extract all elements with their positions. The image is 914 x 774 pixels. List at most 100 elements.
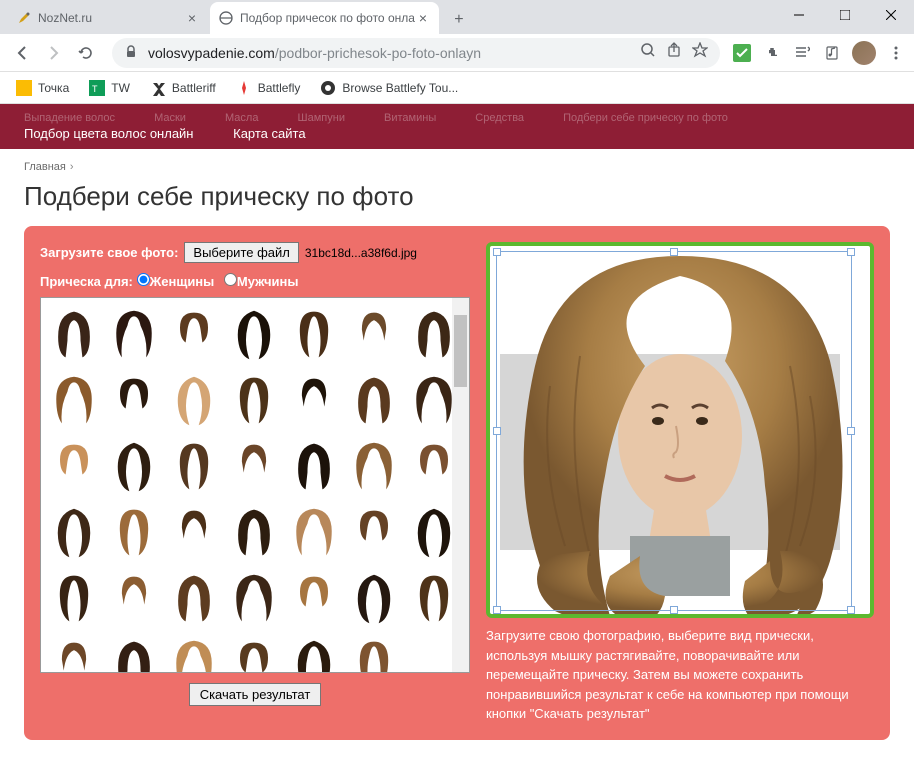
selection-handles[interactable] [496, 251, 852, 611]
hair-option[interactable] [47, 304, 101, 366]
close-icon[interactable]: × [415, 10, 431, 26]
hair-option[interactable] [107, 370, 161, 432]
hair-option[interactable] [287, 304, 341, 366]
hair-option[interactable] [167, 568, 221, 630]
hair-option[interactable] [287, 634, 341, 673]
chevron-right-icon: › [70, 161, 74, 173]
hair-option[interactable] [47, 568, 101, 630]
nav-link[interactable]: Подбор цвета волос онлайн [24, 126, 194, 141]
hair-option[interactable] [347, 370, 401, 432]
minimize-button[interactable] [776, 0, 822, 30]
share-icon[interactable] [666, 42, 682, 63]
bookmark-item[interactable]: Battlefly [228, 76, 309, 100]
hair-option[interactable] [47, 634, 101, 673]
handle-br[interactable] [847, 606, 855, 614]
hair-option[interactable] [167, 502, 221, 564]
nav-link[interactable]: Масла [225, 112, 258, 124]
nav-link[interactable]: Выпадение волос [24, 112, 115, 124]
hair-option[interactable] [107, 436, 161, 498]
close-window-button[interactable] [868, 0, 914, 30]
ext-check-icon[interactable] [732, 43, 752, 63]
bookmark-item[interactable]: Точка [8, 76, 77, 100]
menu-icon[interactable] [886, 43, 906, 63]
hair-option[interactable] [287, 370, 341, 432]
hair-option[interactable] [167, 634, 221, 673]
page-title: Подбери себе прическу по фото [24, 181, 890, 212]
hair-option[interactable] [107, 634, 161, 673]
tab-active[interactable]: Подбор причесок по фото онла × [210, 2, 439, 34]
extension-icons [732, 41, 906, 65]
breadcrumb: Главная› [24, 161, 890, 173]
preview-canvas[interactable] [486, 242, 874, 618]
ext-music-icon[interactable] [822, 43, 842, 63]
hair-option[interactable] [107, 568, 161, 630]
hair-option[interactable] [347, 634, 401, 673]
ext-list-icon[interactable] [792, 43, 812, 63]
radio-men[interactable] [224, 273, 237, 286]
handle-tr[interactable] [847, 248, 855, 256]
hair-option[interactable] [347, 502, 401, 564]
hair-option[interactable] [167, 370, 221, 432]
titlebar: NozNet.ru × Подбор причесок по фото онла… [0, 0, 914, 34]
close-icon[interactable]: × [184, 10, 200, 26]
avatar[interactable] [852, 41, 876, 65]
hair-option[interactable] [227, 370, 281, 432]
site-nav: Выпадение волос Маски Масла Шампуни Вита… [0, 104, 914, 149]
hair-option[interactable] [167, 436, 221, 498]
handle-mr[interactable] [847, 427, 855, 435]
nav-link[interactable]: Средства [475, 112, 524, 124]
radio-women[interactable] [137, 273, 150, 286]
nav-link[interactable]: Подбери себе прическу по фото [563, 112, 728, 124]
download-button[interactable]: Скачать результат [189, 683, 322, 706]
toolbar: volosvypadenie.com/podbor-prichesok-po-f… [0, 34, 914, 72]
handle-tl[interactable] [493, 248, 501, 256]
reload-button[interactable] [72, 39, 100, 67]
handle-tm[interactable] [670, 248, 678, 256]
handle-ml[interactable] [493, 427, 501, 435]
hair-option[interactable] [287, 502, 341, 564]
page-content: Выпадение волос Маски Масла Шампуни Вита… [0, 104, 914, 752]
hair-option[interactable] [167, 304, 221, 366]
hair-option[interactable] [227, 634, 281, 673]
hair-option[interactable] [227, 436, 281, 498]
nav-link[interactable]: Витамины [384, 112, 436, 124]
hair-option[interactable] [107, 304, 161, 366]
star-icon[interactable] [692, 42, 708, 63]
hair-option[interactable] [347, 304, 401, 366]
handle-bm[interactable] [670, 606, 678, 614]
nav-link[interactable]: Маски [154, 112, 186, 124]
hair-option[interactable] [287, 436, 341, 498]
maximize-button[interactable] [822, 0, 868, 30]
hair-grid [40, 297, 470, 673]
tabs: NozNet.ru × Подбор причесок по фото онла… [0, 0, 473, 34]
hair-option[interactable] [287, 568, 341, 630]
hair-option[interactable] [347, 436, 401, 498]
nav-link[interactable]: Карта сайта [233, 126, 305, 141]
hair-option[interactable] [227, 502, 281, 564]
address-bar[interactable]: volosvypadenie.com/podbor-prichesok-po-f… [112, 38, 720, 68]
hair-option[interactable] [107, 502, 161, 564]
bookmark-item[interactable]: Battleriff [142, 76, 224, 100]
forward-button[interactable] [40, 39, 68, 67]
window-controls [776, 0, 914, 30]
bookmark-item[interactable]: Browse Battlefy Tou... [312, 76, 466, 100]
handle-bl[interactable] [493, 606, 501, 614]
hair-option[interactable] [47, 502, 101, 564]
tab-noznet[interactable]: NozNet.ru × [8, 2, 208, 34]
hair-option[interactable] [347, 568, 401, 630]
hair-option[interactable] [227, 304, 281, 366]
hair-option[interactable] [47, 436, 101, 498]
ext-puzzle-icon[interactable] [762, 43, 782, 63]
choose-file-button[interactable]: Выберите файл [184, 242, 298, 263]
nav-link[interactable]: Шампуни [298, 112, 345, 124]
new-tab-button[interactable]: + [445, 6, 473, 34]
bookmark-item[interactable]: TTW [81, 76, 138, 100]
scrollbar[interactable] [452, 298, 469, 672]
back-button[interactable] [8, 39, 36, 67]
hair-option[interactable] [47, 370, 101, 432]
hair-option[interactable] [227, 568, 281, 630]
scroll-thumb[interactable] [454, 315, 467, 387]
tab-title: Подбор причесок по фото онла [240, 11, 415, 25]
search-icon[interactable] [640, 42, 656, 63]
favicon-icon [16, 10, 32, 26]
